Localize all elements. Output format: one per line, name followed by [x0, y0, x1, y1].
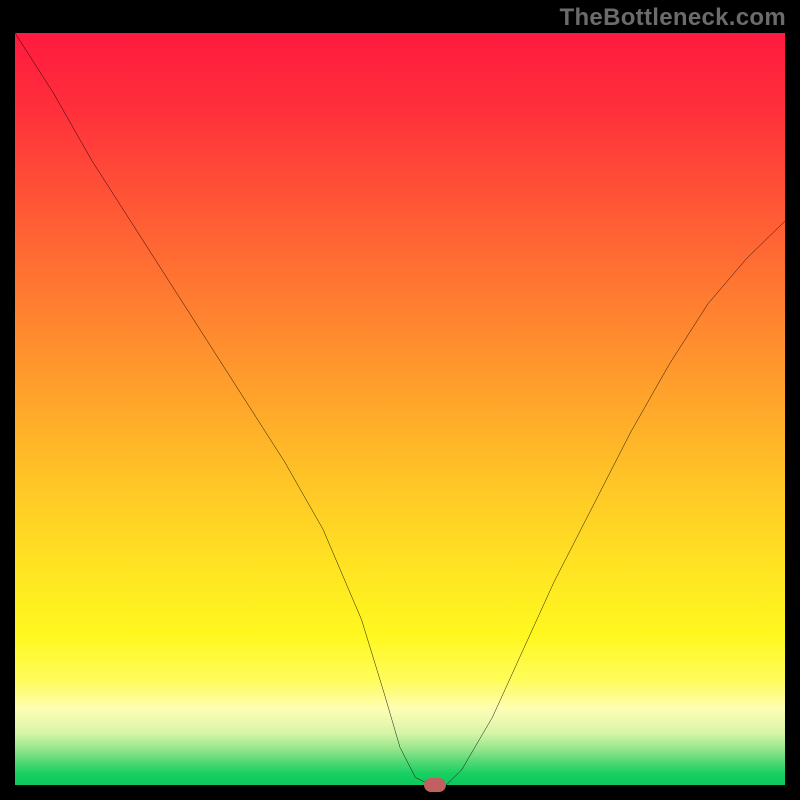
- bottleneck-curve: [15, 33, 785, 785]
- chart-frame: TheBottleneck.com: [0, 0, 800, 800]
- watermark-text: TheBottleneck.com: [560, 4, 786, 32]
- optimal-point-marker: [424, 778, 446, 792]
- plot-area: [15, 33, 785, 785]
